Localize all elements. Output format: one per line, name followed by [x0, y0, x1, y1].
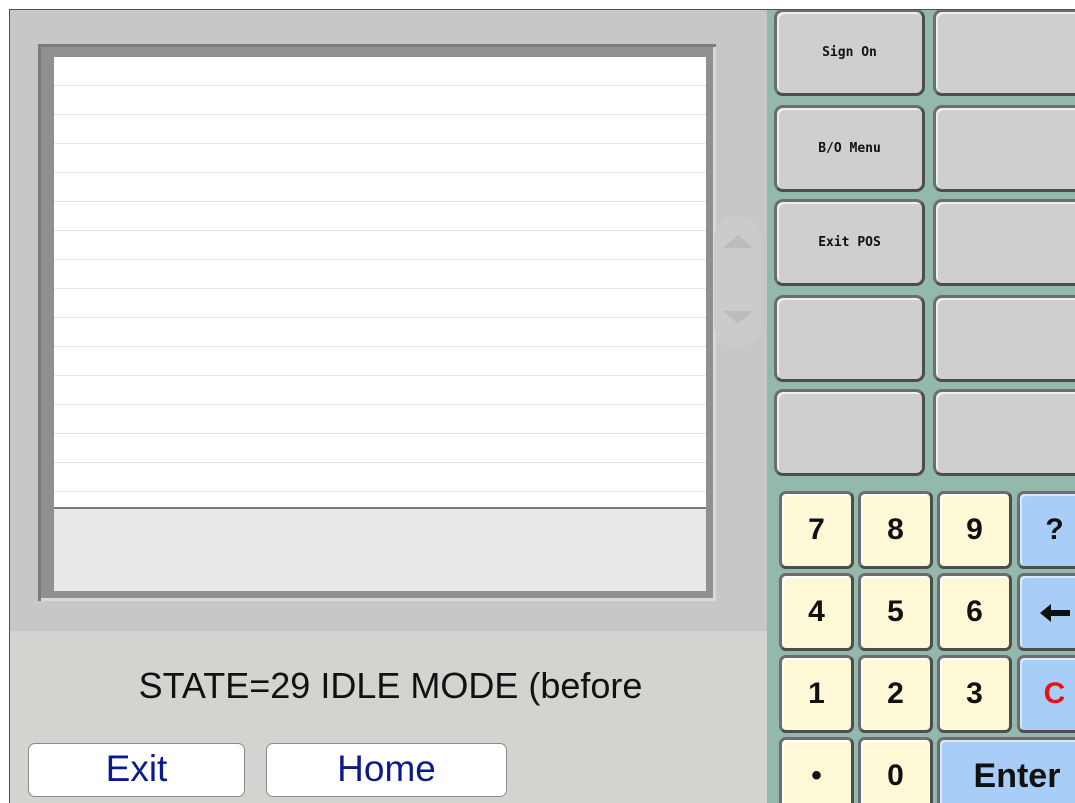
- bo-menu-button[interactable]: B/O Menu: [774, 105, 925, 192]
- scroll-down-icon[interactable]: [723, 311, 753, 324]
- receipt-row: [54, 347, 706, 376]
- key-0[interactable]: 0: [858, 737, 933, 803]
- receipt-row: [54, 463, 706, 492]
- home-button[interactable]: Home: [266, 743, 507, 797]
- receipt-list[interactable]: [54, 57, 706, 509]
- receipt-row: [54, 86, 706, 115]
- receipt-row: [54, 318, 706, 347]
- function-key-4[interactable]: [933, 105, 1075, 192]
- key-6[interactable]: 6: [937, 573, 1012, 651]
- key-1[interactable]: 1: [779, 655, 854, 733]
- help-button[interactable]: ?: [1017, 491, 1075, 569]
- clear-label: C: [1043, 677, 1066, 710]
- receipt-row: [54, 173, 706, 202]
- function-key-8[interactable]: [933, 295, 1075, 382]
- receipt-row: [54, 405, 706, 434]
- exit-pos-label: Exit POS: [818, 235, 881, 250]
- receipt-frame: [38, 44, 716, 601]
- sign-on-button[interactable]: Sign On: [774, 10, 925, 96]
- receipt-row: [54, 115, 706, 144]
- key-3[interactable]: 3: [937, 655, 1012, 733]
- function-key-10[interactable]: [933, 389, 1075, 476]
- receipt-total-area: [54, 509, 706, 591]
- receipt-row: [54, 260, 706, 289]
- clear-button[interactable]: C: [1017, 655, 1075, 733]
- receipt-row: [54, 434, 706, 463]
- key-decimal[interactable]: •: [779, 737, 854, 803]
- receipt-row: [54, 57, 706, 86]
- key-8[interactable]: 8: [858, 491, 933, 569]
- scroll-control[interactable]: [714, 215, 761, 348]
- receipt-row: [54, 202, 706, 231]
- left-arrow-icon: [1039, 595, 1070, 628]
- receipt-area: [10, 10, 767, 631]
- receipt-row: [54, 376, 706, 405]
- scroll-up-icon[interactable]: [723, 235, 753, 248]
- enter-button[interactable]: Enter: [937, 737, 1075, 803]
- exit-button[interactable]: Exit: [28, 743, 245, 797]
- key-9[interactable]: 9: [937, 491, 1012, 569]
- receipt-row: [54, 289, 706, 318]
- backspace-button[interactable]: [1017, 573, 1075, 651]
- key-5[interactable]: 5: [858, 573, 933, 651]
- left-panel: STATE=29 IDLE MODE (before Exit Home: [10, 10, 767, 803]
- exit-pos-button[interactable]: Exit POS: [774, 199, 925, 286]
- receipt-row: [54, 144, 706, 173]
- status-message: STATE=29 IDLE MODE (before: [138, 665, 643, 706]
- bo-menu-label: B/O Menu: [818, 141, 881, 156]
- receipt-row: [54, 231, 706, 260]
- function-key-6[interactable]: [933, 199, 1075, 286]
- sign-on-label: Sign On: [822, 45, 877, 60]
- function-key-7[interactable]: [774, 295, 925, 382]
- keypad-panel: Sign On B/O Menu Exit POS 7 8 9 ? 4 5 6 …: [767, 10, 1075, 803]
- function-key-2[interactable]: [933, 10, 1075, 96]
- key-4[interactable]: 4: [779, 573, 854, 651]
- function-key-9[interactable]: [774, 389, 925, 476]
- key-7[interactable]: 7: [779, 491, 854, 569]
- pos-window: STATE=29 IDLE MODE (before Exit Home Sig…: [9, 9, 1075, 803]
- key-2[interactable]: 2: [858, 655, 933, 733]
